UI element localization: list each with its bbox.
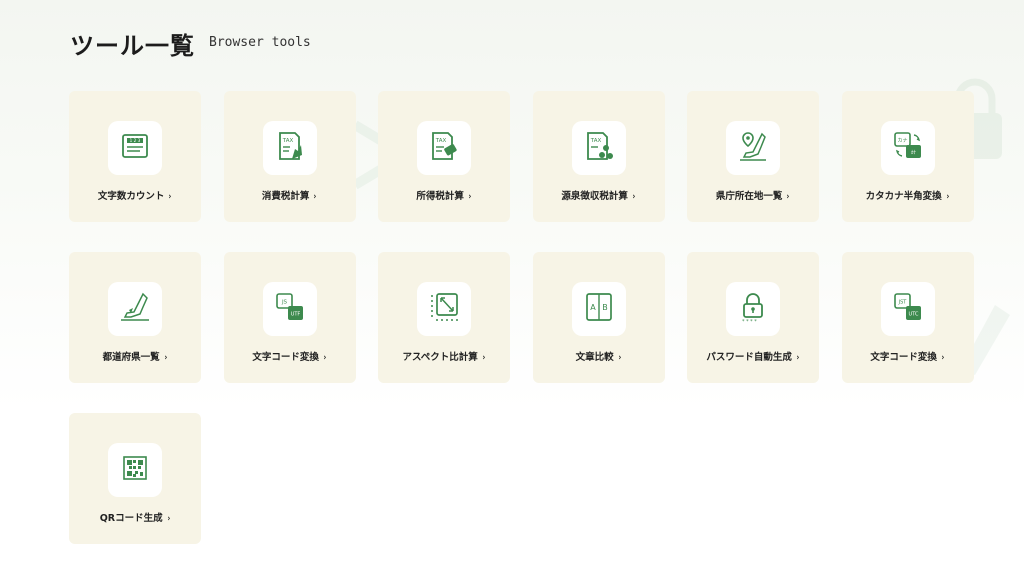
svg-text:UTC: UTC: [908, 312, 918, 318]
tool-label: パスワード自動生成 ›: [706, 352, 800, 363]
tool-card-aspect-ratio[interactable]: アスペクト比計算 ›: [378, 252, 510, 383]
tool-card-prefectures[interactable]: 都道府県一覧 ›: [69, 252, 201, 383]
tool-card-katakana-halfwidth[interactable]: カナ ｶﾅ カタカナ半角変換 ›: [841, 91, 974, 222]
chevron-right-icon: ›: [168, 192, 172, 202]
tool-card-withholding-tax[interactable]: TAX 源泉徴収税計算 ›: [532, 91, 665, 222]
icon-box: AB: [571, 282, 626, 336]
chevron-right-icon: ›: [786, 192, 790, 202]
svg-text:TAX: TAX: [589, 138, 601, 144]
consumption-tax-icon: TAX: [273, 129, 307, 167]
icon-box: [108, 443, 162, 497]
tool-card-prefectural-capitals[interactable]: 県庁所在地一覧 ›: [687, 91, 819, 222]
svg-text:* * * *: * * * *: [742, 319, 757, 324]
tool-card-char-code-convert[interactable]: JS UTF 文字コード変換 ›: [223, 252, 356, 383]
js-utf-convert-icon: JS UTF: [273, 290, 307, 328]
text-compare-icon: AB: [582, 290, 616, 328]
chevron-right-icon: ›: [468, 192, 472, 202]
tool-card-text-compare[interactable]: AB 文章比較 ›: [532, 252, 665, 383]
svg-text:B: B: [602, 303, 608, 312]
tool-grid: 1 2 3 文字数カウント › TAX 消費税計算 › TAX 所得税計算 › TAX…: [69, 91, 974, 544]
tool-label: 文字コード変換 ›: [870, 352, 945, 363]
chevron-right-icon: ›: [482, 353, 486, 363]
tool-label: 文字コード変換 ›: [252, 352, 327, 363]
icon-box: JST UTC: [880, 282, 935, 336]
chevron-right-icon: ›: [941, 353, 945, 363]
tool-label: 県庁所在地一覧 ›: [715, 191, 790, 202]
svg-text:TAX: TAX: [281, 138, 293, 144]
svg-text:カナ: カナ: [897, 138, 907, 144]
icon-box: * * * *: [726, 282, 780, 336]
svg-text:JS: JS: [280, 300, 287, 306]
page-header: ツール一覧 Browser tools: [70, 26, 311, 61]
tool-card-income-tax[interactable]: TAX 所得税計算 ›: [378, 91, 510, 222]
tool-card-char-code-convert-2[interactable]: JST UTC 文字コード変換 ›: [841, 252, 974, 383]
withholding-tax-icon: TAX: [582, 129, 616, 167]
chevron-right-icon: ›: [164, 353, 167, 363]
svg-text:JST: JST: [897, 300, 907, 306]
chevron-right-icon: ›: [313, 192, 317, 202]
tool-card-password-generator[interactable]: * * * * パスワード自動生成 ›: [687, 252, 819, 383]
tool-card-consumption-tax[interactable]: TAX 消費税計算 ›: [223, 91, 356, 222]
icon-box: [108, 282, 162, 336]
padlock-icon: * * * *: [736, 290, 770, 328]
chevron-right-icon: ›: [323, 353, 327, 363]
chevron-right-icon: ›: [796, 353, 800, 363]
svg-text:1 2 3: 1 2 3: [130, 138, 141, 143]
tool-label: QRコード生成 ›: [99, 513, 170, 524]
svg-text:ｶﾅ: ｶﾅ: [910, 150, 916, 156]
qr-code-icon: [118, 451, 152, 489]
aspect-ratio-icon: [427, 290, 461, 328]
icon-box: [417, 282, 471, 336]
katakana-convert-icon: カナ ｶﾅ: [891, 129, 925, 167]
chevron-right-icon: ›: [618, 353, 621, 363]
svg-text:A: A: [590, 303, 596, 312]
tool-label: 消費税計算 ›: [261, 191, 317, 202]
icon-box: 1 2 3: [108, 121, 162, 175]
chevron-right-icon: ›: [166, 514, 170, 524]
chevron-right-icon: ›: [632, 192, 636, 202]
tool-label: 文章比較 ›: [575, 352, 621, 363]
tool-card-char-count[interactable]: 1 2 3 文字数カウント ›: [69, 91, 201, 222]
char-count-icon: 1 2 3: [118, 129, 152, 167]
icon-box: TAX: [571, 121, 626, 175]
svg-text:UTF: UTF: [290, 312, 300, 318]
icon-box: TAX: [417, 121, 471, 175]
tool-label: アスペクト比計算 ›: [402, 352, 486, 363]
chevron-right-icon: ›: [946, 192, 949, 202]
income-tax-icon: TAX: [427, 129, 461, 167]
svg-text:TAX: TAX: [435, 138, 447, 144]
tool-label: 都道府県一覧 ›: [102, 352, 167, 363]
page-subtitle: Browser tools: [209, 35, 311, 50]
jst-utc-convert-icon: JST UTC: [891, 290, 925, 328]
icon-box: カナ ｶﾅ: [880, 121, 935, 175]
tool-label: 所得税計算 ›: [416, 191, 472, 202]
icon-box: JS UTF: [262, 282, 317, 336]
icon-box: [726, 121, 780, 175]
tool-label: 文字数カウント ›: [97, 191, 172, 202]
tool-card-qr-code[interactable]: QRコード生成 ›: [69, 413, 201, 544]
tool-label: 源泉徴収税計算 ›: [561, 191, 636, 202]
icon-box: TAX: [262, 121, 317, 175]
prefectural-capital-map-icon: [736, 129, 770, 167]
tool-label: カタカナ半角変換 ›: [865, 191, 949, 202]
prefecture-map-icon: [118, 290, 152, 328]
page-title: ツール一覧: [70, 32, 195, 60]
